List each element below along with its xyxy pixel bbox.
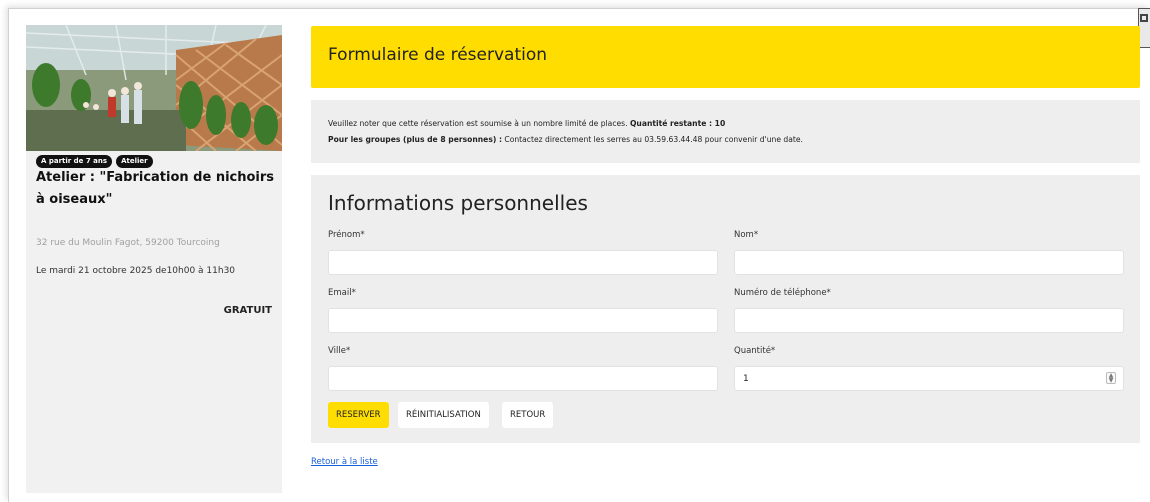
stepper-arrows-icon[interactable]: ▲ ▼ xyxy=(1106,372,1116,384)
form-header: Formulaire de réservation xyxy=(311,26,1140,88)
quantity-stepper[interactable] xyxy=(734,366,1124,391)
notice-text-2: Contactez directement les serres au 03.5… xyxy=(502,135,803,144)
personal-info-form: Informations personnelles Prénom* Nom* E… xyxy=(311,175,1140,443)
notice-line-1: Veuillez noter que cette réservation est… xyxy=(328,119,725,128)
email-input[interactable] xyxy=(328,308,718,333)
notice-text-1: Veuillez noter que cette réservation est… xyxy=(328,119,630,128)
phone-label: Numéro de téléphone* xyxy=(734,288,831,298)
city-input[interactable] xyxy=(328,366,718,391)
greenhouse-photo xyxy=(26,25,282,151)
city-label: Ville* xyxy=(328,346,351,356)
lastname-input[interactable] xyxy=(734,250,1124,275)
phone-input[interactable] xyxy=(734,308,1124,333)
quantity-label: Quantité* xyxy=(734,346,776,356)
event-address: 32 rue du Moulin Fagot, 59200 Tourcoing xyxy=(36,238,220,248)
notice-line-2: Pour les groupes (plus de 8 personnes) :… xyxy=(328,135,803,144)
firstname-input[interactable] xyxy=(328,250,718,275)
form-title: Informations personnelles xyxy=(328,191,588,215)
lastname-label: Nom* xyxy=(734,230,759,240)
firstname-label: Prénom* xyxy=(328,230,365,240)
quantity-field: ▲▼ xyxy=(734,366,1124,391)
event-date: Le mardi 21 octobre 2025 de10h00 à 11h30 xyxy=(36,266,236,276)
notice-panel: Veuillez noter que cette réservation est… xyxy=(311,100,1140,163)
event-price: GRATUIT xyxy=(223,305,272,316)
groups-label: Pour les groupes (plus de 8 personnes) : xyxy=(328,135,502,144)
event-card: A partir de 7 ans Atelier Atelier : "Fab… xyxy=(26,25,282,493)
reserve-button[interactable]: RESERVER xyxy=(328,402,389,428)
event-title: Atelier : "Fabrication de nichoirs à ois… xyxy=(36,170,275,207)
back-button[interactable]: RETOUR xyxy=(502,402,554,428)
email-label: Email* xyxy=(328,288,356,298)
back-to-list-link[interactable]: Retour à la liste xyxy=(311,457,378,467)
reset-button[interactable]: RÉINITIALISATION xyxy=(398,402,489,428)
page-title: Formulaire de réservation xyxy=(328,45,548,65)
remaining-quantity: Quantité restante : 10 xyxy=(629,119,726,128)
